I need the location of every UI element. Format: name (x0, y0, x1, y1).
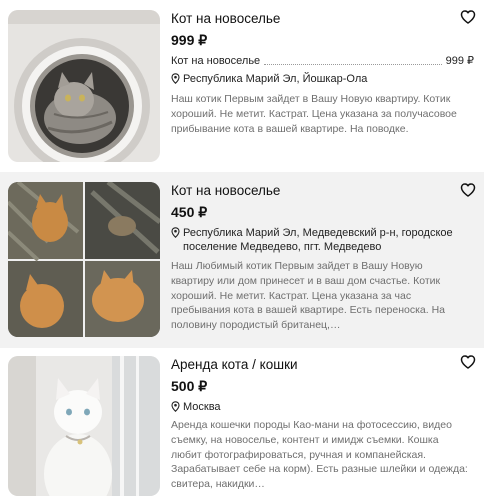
price-row: Кот на новоселье 999 ₽ (171, 54, 474, 68)
location-text: Москва (183, 401, 221, 413)
listing-photo[interactable] (8, 10, 160, 162)
dotted-leader (264, 64, 442, 65)
heart-icon[interactable] (460, 9, 476, 25)
listing-price: 999 ₽ (171, 32, 208, 48)
listing-photo[interactable] (8, 356, 160, 496)
location-pin-icon (171, 401, 180, 412)
listing-card[interactable]: Кот на новоселье 999 ₽ Кот на новоселье … (0, 0, 484, 172)
cat-in-washing-machine-photo (8, 10, 160, 162)
listing-title[interactable]: Кот на новоселье (171, 10, 474, 28)
ginger-cat-collage-photo (8, 182, 160, 337)
listing-card[interactable]: Аренда кота / кошки 500 ₽ Москва Аренда … (0, 348, 484, 496)
heart-icon[interactable] (460, 354, 476, 370)
white-cat-photo (8, 356, 160, 496)
location-text: Республика Марий Эл, Йошкар-Ола (183, 73, 368, 85)
price-row-label: Кот на новоселье (171, 55, 261, 67)
listing-location: Республика Марий Эл, Йошкар-Ола (171, 72, 474, 86)
listing-card[interactable]: Кот на новоселье 450 ₽ Республика Марий … (0, 172, 484, 348)
location-text: Республика Марий Эл, Медведевский р-н, г… (183, 227, 453, 253)
listing-description: Наш котик Первым зайдет в Вашу Новую ква… (171, 93, 457, 135)
listing-title[interactable]: Аренда кота / кошки (171, 356, 474, 374)
location-pin-icon (171, 227, 180, 238)
listing-price: 500 ₽ (171, 378, 208, 394)
listing-description: Аренда кошечки породы Као-мани на фотосе… (171, 419, 468, 491)
listing-description: Наш Любимый котик Первым зайдет в Вашу Н… (171, 260, 446, 332)
location-pin-icon (171, 73, 180, 84)
price-row-value: 999 ₽ (445, 55, 474, 67)
listing-title[interactable]: Кот на новоселье (171, 182, 474, 200)
listing-price: 450 ₽ (171, 204, 208, 220)
listing-location: Москва (171, 400, 474, 414)
heart-icon[interactable] (460, 182, 476, 198)
listing-photo[interactable] (8, 182, 160, 337)
listing-location: Республика Марий Эл, Медведевский р-н, г… (171, 226, 474, 254)
